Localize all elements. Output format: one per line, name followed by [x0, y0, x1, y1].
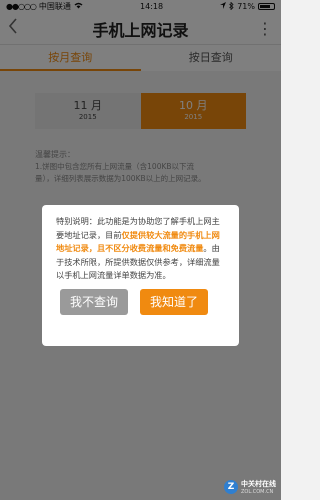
ok-button[interactable]: 我知道了 [140, 288, 208, 315]
zol-logo-icon: Z [224, 480, 238, 494]
dialog-message: 特别说明：此功能是为协助您了解手机上网主要地址记录，目前仅提供较大流量的手机上网… [56, 215, 227, 283]
watermark: Z 中关村在线 ZOL.COM.CN [224, 479, 276, 495]
cancel-button[interactable]: 我不查询 [60, 288, 128, 315]
watermark-url: ZOL.COM.CN [241, 489, 274, 495]
notice-dialog: 特别说明：此功能是为协助您了解手机上网主要地址记录，目前仅提供较大流量的手机上网… [42, 205, 239, 346]
watermark-name: 中关村在线 [241, 480, 276, 488]
dialog-buttons: 我不查询 我知道了 [56, 288, 227, 315]
